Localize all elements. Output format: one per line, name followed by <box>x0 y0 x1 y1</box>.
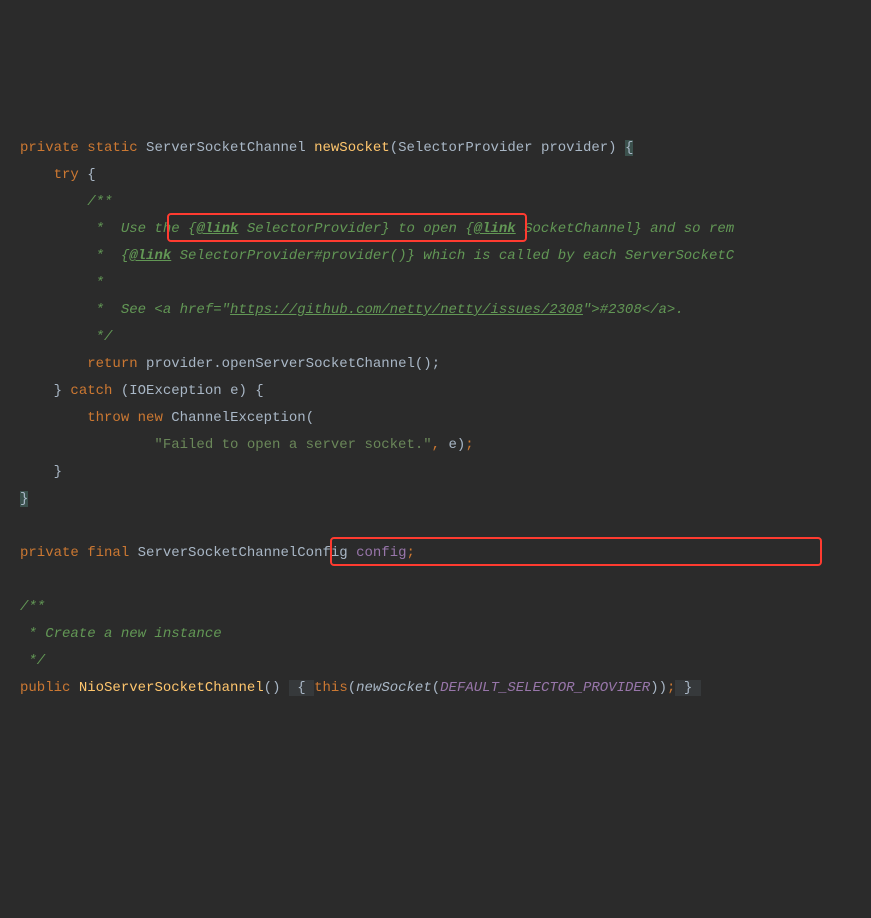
param-name: provider <box>541 140 608 156</box>
line-8: */ <box>20 329 112 345</box>
field-name: config <box>356 545 406 561</box>
line-18: /** <box>20 599 45 615</box>
line-6: * <box>20 275 104 291</box>
keyword-public: public <box>20 680 70 696</box>
return-type: ServerSocketChannel <box>146 140 306 156</box>
constant-ref: DEFAULT_SELECTOR_PROVIDER <box>440 680 650 696</box>
line-9: return provider.openServerSocketChannel(… <box>20 356 440 372</box>
static-call: newSocket <box>356 680 432 696</box>
method-name: newSocket <box>314 140 390 156</box>
line-11: throw new ChannelException( <box>20 410 314 426</box>
line-10: } catch (IOException e) { <box>20 383 264 399</box>
comment-url[interactable]: https://github.com/netty/netty/issues/23… <box>230 302 583 318</box>
comment: /** <box>20 599 45 615</box>
constructor-name: NioServerSocketChannel <box>79 680 264 696</box>
exception-class: ChannelException <box>171 410 305 426</box>
line-7: * See <a href="https://github.com/netty/… <box>20 302 684 318</box>
line-13: } <box>20 464 62 480</box>
exception-type: IOException <box>129 383 221 399</box>
comment: /** <box>87 194 112 210</box>
line-20: */ <box>20 653 45 669</box>
comment: * Create a new instance <box>20 626 222 642</box>
line-4: * Use the {@link SelectorProvider} to op… <box>20 221 734 237</box>
line-blank <box>20 518 28 534</box>
var-ref: e <box>448 437 456 453</box>
line-1: private static ServerSocketChannel newSo… <box>20 140 633 156</box>
keyword-this: this <box>314 680 348 696</box>
line-19: * Create a new instance <box>20 626 222 642</box>
line-16: private final ServerSocketChannelConfig … <box>20 545 415 561</box>
comment: * {@link SelectorProvider#provider()} wh… <box>87 248 734 264</box>
line-5: * {@link SelectorProvider#provider()} wh… <box>20 248 734 264</box>
keyword-private: private <box>20 140 79 156</box>
code-editor[interactable]: private static ServerSocketChannel newSo… <box>0 108 871 702</box>
keyword-new: new <box>138 410 163 426</box>
keyword-static: static <box>87 140 137 156</box>
line-14: } <box>20 491 28 507</box>
keyword-return: return <box>87 356 137 372</box>
line-21: public NioServerSocketChannel() { this(n… <box>20 680 701 696</box>
field-type: ServerSocketChannelConfig <box>138 545 348 561</box>
string-literal: "Failed to open a server socket." <box>154 437 431 453</box>
line-blank <box>20 572 28 588</box>
line-2: try { <box>20 167 96 183</box>
comment: * Use the {@link SelectorProvider} to op… <box>87 221 734 237</box>
keyword-final: final <box>87 545 129 561</box>
keyword-catch: catch <box>70 383 112 399</box>
keyword-private: private <box>20 545 79 561</box>
param-type: SelectorProvider <box>398 140 532 156</box>
comment: */ <box>87 329 112 345</box>
keyword-try: try <box>54 167 79 183</box>
comment: * See <a href="https://github.com/netty/… <box>87 302 684 318</box>
line-12: "Failed to open a server socket.", e); <box>20 437 474 453</box>
comment: */ <box>20 653 45 669</box>
comment: * <box>87 275 104 291</box>
keyword-throw: throw <box>87 410 129 426</box>
line-3: /** <box>20 194 112 210</box>
return-expression: provider.openServerSocketChannel(); <box>146 356 440 372</box>
